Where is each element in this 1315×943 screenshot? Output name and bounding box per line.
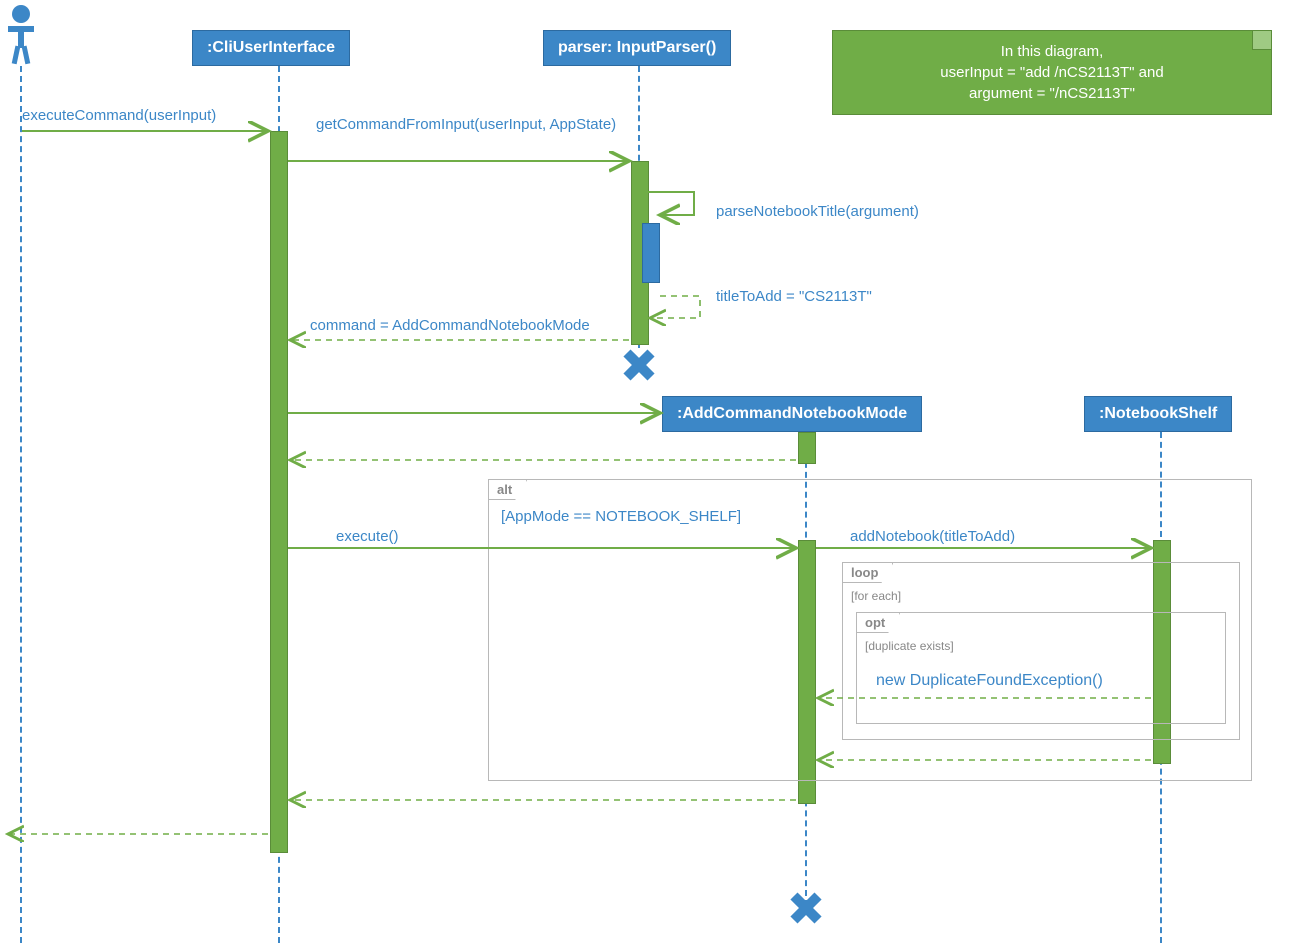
participant-cli-label: :CliUserInterface	[207, 39, 335, 57]
arrows	[0, 0, 1315, 943]
participant-parser-label: parser: InputParser()	[558, 39, 716, 57]
msg-commandreturn: command = AddCommandNotebookMode	[310, 317, 590, 334]
fragment-opt-tag: opt	[857, 613, 900, 633]
note-line-1: In this diagram,	[849, 41, 1255, 62]
fragment-opt-guard: [duplicate exists]	[865, 639, 954, 653]
diagram-note: In this diagram, userInput = "add /nCS21…	[832, 30, 1272, 115]
fragment-alt-tag: alt	[489, 480, 527, 500]
activation-parser-self	[642, 223, 660, 283]
msg-getcommand: getCommandFromInput(userInput, AppState)	[316, 116, 616, 133]
actor-icon	[4, 4, 38, 66]
activation-acnm-create	[798, 432, 816, 464]
participant-parser: parser: InputParser()	[543, 30, 731, 66]
fragment-loop-tag: loop	[843, 563, 893, 583]
msg-execute: execute()	[336, 528, 399, 545]
participant-cli: :CliUserInterface	[192, 30, 350, 66]
msg-parsenotebook: parseNotebookTitle(argument)	[716, 203, 919, 220]
participant-acnm: :AddCommandNotebookMode	[662, 396, 922, 432]
msg-newduplicate: new DuplicateFoundException()	[876, 672, 1103, 690]
participant-acnm-label: :AddCommandNotebookMode	[677, 405, 907, 423]
sequence-diagram: :CliUserInterface parser: InputParser() …	[0, 0, 1315, 943]
msg-addnotebook: addNotebook(titleToAdd)	[850, 528, 1015, 545]
msg-executecommand: executeCommand(userInput)	[22, 107, 216, 124]
activation-cli	[270, 131, 288, 853]
fragment-loop-guard: [for each]	[851, 589, 901, 603]
destroy-parser	[622, 348, 656, 382]
fragment-opt: opt [duplicate exists]	[856, 612, 1226, 724]
note-line-2: userInput = "add /nCS2113T" and	[849, 62, 1255, 83]
lifeline-actor	[20, 66, 22, 943]
participant-shelf-label: :NotebookShelf	[1099, 405, 1217, 423]
participant-shelf: :NotebookShelf	[1084, 396, 1232, 432]
msg-titletoadd: titleToAdd = "CS2113T"	[716, 288, 872, 305]
destroy-acnm	[789, 891, 823, 925]
note-line-3: argument = "/nCS2113T"	[849, 83, 1255, 104]
fragment-alt-guard: [AppMode == NOTEBOOK_SHELF]	[501, 508, 741, 525]
